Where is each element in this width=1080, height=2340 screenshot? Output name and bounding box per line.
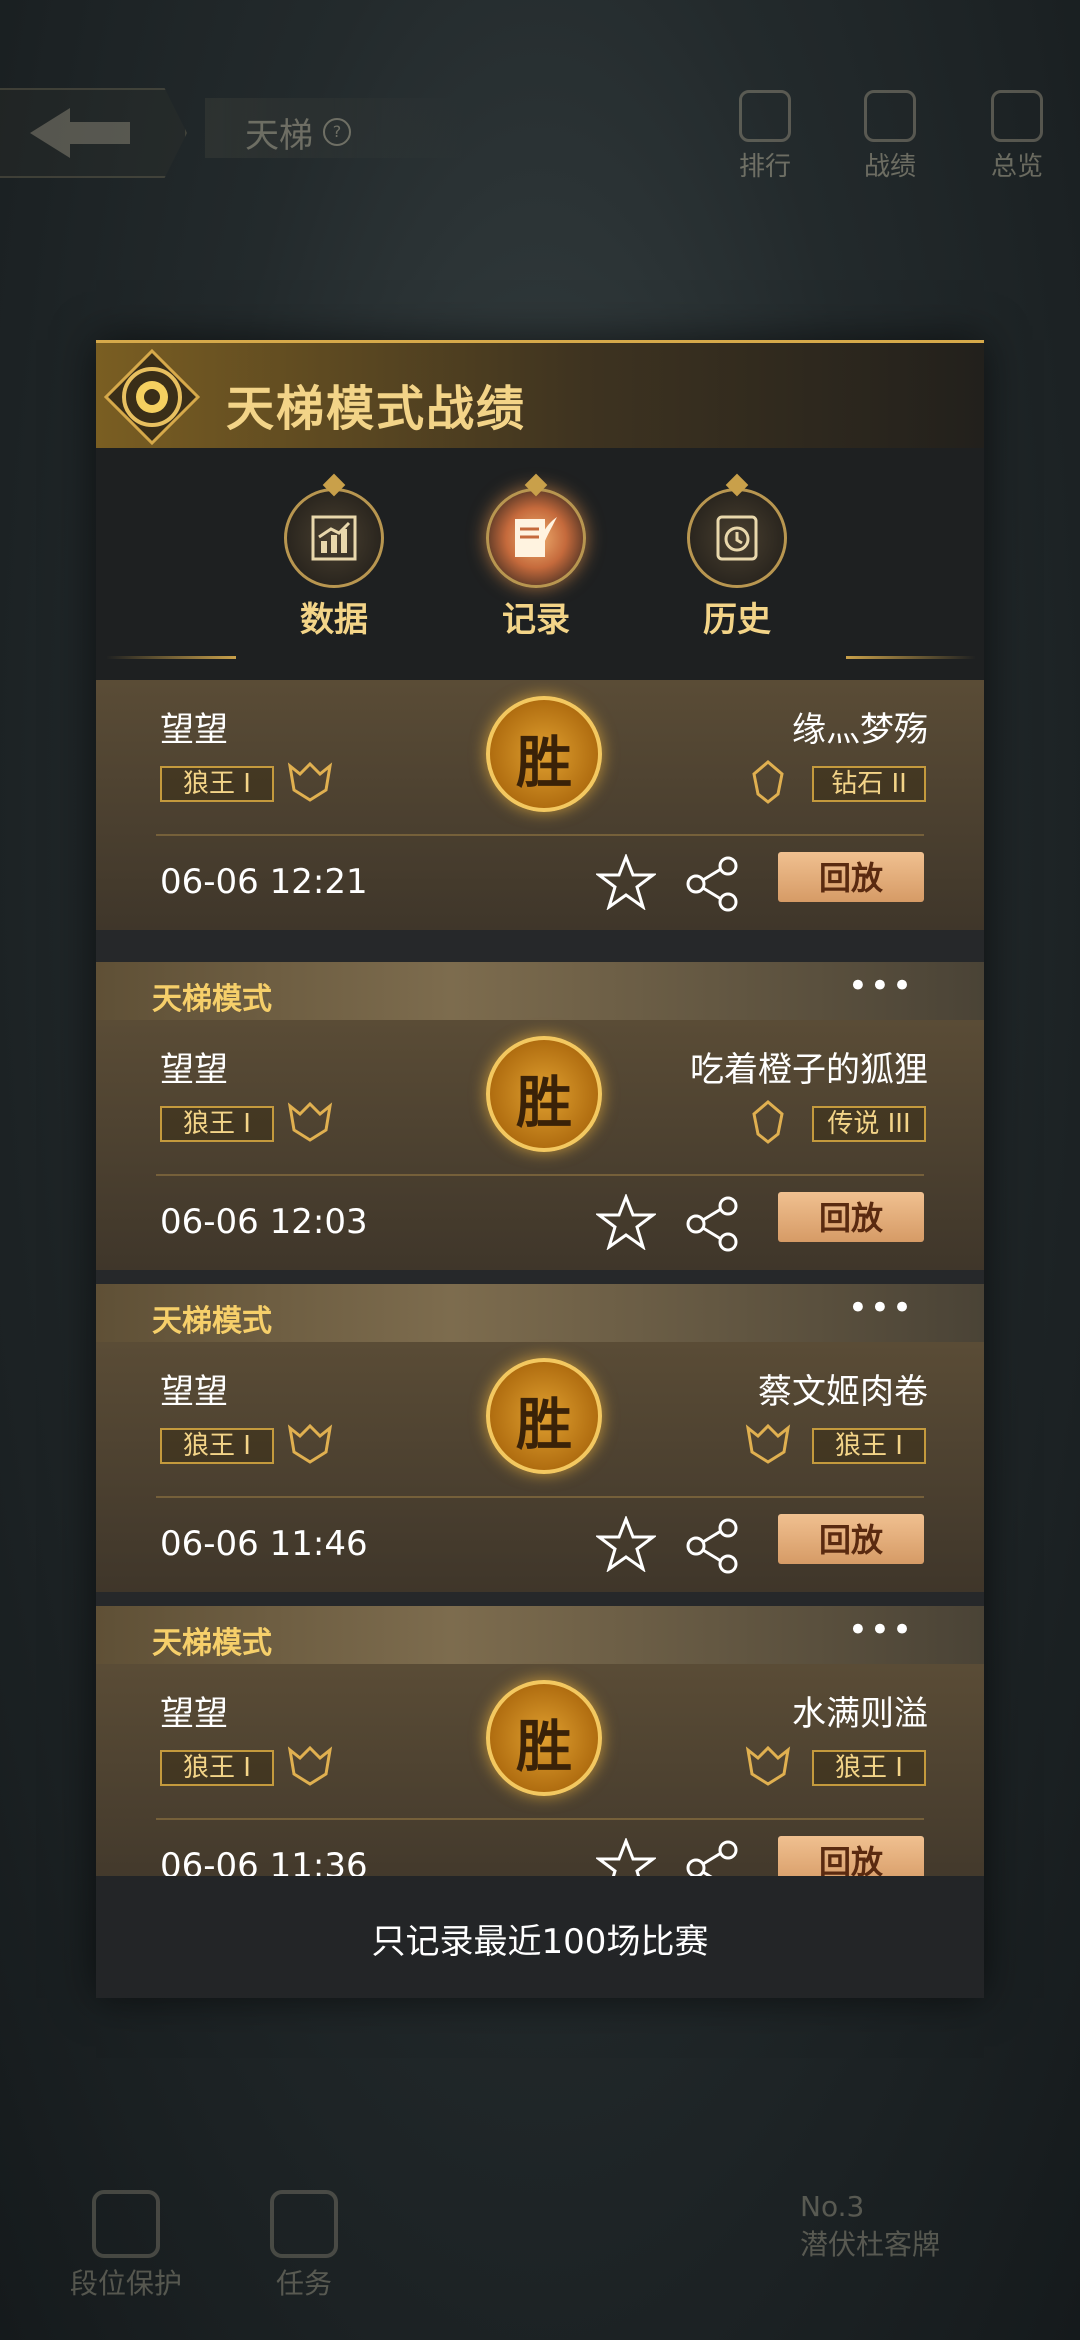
- emblem-icon: [103, 348, 201, 446]
- share-icon[interactable]: [684, 856, 740, 912]
- season-badge[interactable]: No.3 潜伏杜客牌: [800, 2190, 940, 2263]
- match-time: 06-06 11:46: [160, 1524, 368, 1564]
- player-name: 望望: [160, 1050, 228, 1090]
- tab-bar: 数据 记录 历史: [96, 448, 984, 680]
- share-icon[interactable]: [684, 1840, 740, 1876]
- wolf-mask-icon: [287, 1745, 333, 1786]
- rank-protect-button[interactable]: 段位保护: [70, 2190, 182, 2302]
- task-button[interactable]: 任务: [270, 2190, 338, 2302]
- tab-data[interactable]: 数据: [279, 448, 389, 641]
- mode-label: 天梯模式: [152, 1304, 272, 1339]
- trophy-icon: [739, 90, 791, 142]
- ladder-record-panel: 天梯模式战绩 数据 记录 历史 望望 狼王 I 胜 缘灬梦殇 钻石 II 06-…: [96, 340, 984, 1998]
- replay-button[interactable]: 回放: [778, 1514, 924, 1564]
- opponent-name: 蔡文姬肉卷: [758, 1372, 928, 1412]
- mode-label: 天梯模式: [152, 982, 272, 1017]
- footer-note: 只记录最近100场比赛: [96, 1876, 984, 1998]
- back-button[interactable]: [0, 88, 187, 178]
- replay-button[interactable]: 回放: [778, 852, 924, 902]
- legend-rank-icon: [752, 1100, 784, 1144]
- star-icon[interactable]: [596, 1194, 656, 1250]
- wolf-mask-icon: [745, 1745, 791, 1786]
- mode-label: 天梯模式: [152, 1626, 272, 1661]
- back-arrow-icon: [30, 108, 130, 158]
- player-rank: 狼王 I: [160, 766, 274, 802]
- player-name: 望望: [160, 710, 228, 750]
- wolf-mask-icon: [745, 1423, 791, 1464]
- opponent-name: 缘灬梦殇: [792, 710, 928, 750]
- history-icon: [716, 515, 758, 561]
- quill-icon: [515, 517, 557, 557]
- match-time: 06-06 12:21: [160, 862, 368, 902]
- task-icon: [270, 2190, 338, 2258]
- star-icon[interactable]: [596, 1516, 656, 1572]
- opponent-name: 吃着橙子的狐狸: [690, 1050, 928, 1090]
- shield-icon: [92, 2190, 160, 2258]
- player-rank: 狼王 I: [160, 1428, 274, 1464]
- match-time: 06-06 11:36: [160, 1846, 368, 1876]
- opponent-name: 水满则溢: [792, 1694, 928, 1734]
- opponent-rank: 钻石 II: [812, 766, 926, 802]
- nav-ranking[interactable]: 排行: [720, 90, 810, 183]
- panel-title: 天梯模式战绩: [226, 381, 527, 437]
- replay-button[interactable]: 回放: [778, 1836, 924, 1876]
- share-icon[interactable]: [684, 1518, 740, 1574]
- win-badge: 胜: [486, 696, 602, 812]
- panel-header: 天梯模式战绩: [96, 340, 984, 451]
- tab-history[interactable]: 历史: [682, 448, 792, 641]
- wolf-mask-icon: [287, 1101, 333, 1142]
- star-icon[interactable]: [596, 1838, 656, 1876]
- player-rank: 狼王 I: [160, 1106, 274, 1142]
- share-icon[interactable]: [684, 1196, 740, 1252]
- page-title: 天梯 ?: [205, 98, 465, 158]
- help-icon[interactable]: ?: [323, 118, 351, 146]
- match-time: 06-06 12:03: [160, 1202, 368, 1242]
- opponent-rank: 狼王 I: [812, 1428, 926, 1464]
- star-icon[interactable]: [596, 854, 656, 910]
- opponent-rank: 狼王 I: [812, 1750, 926, 1786]
- more-icon[interactable]: •••: [848, 1288, 914, 1328]
- overview-icon: [991, 90, 1043, 142]
- tab-records[interactable]: 记录: [481, 448, 591, 641]
- win-badge: 胜: [486, 1680, 602, 1796]
- tab-divider-left: [106, 656, 236, 659]
- player-name: 望望: [160, 1372, 228, 1412]
- record-list[interactable]: 望望 狼王 I 胜 缘灬梦殇 钻石 II 06-06 12:21 回放 天梯模式…: [96, 680, 984, 1876]
- wolf-mask-icon: [287, 1423, 333, 1464]
- diamond-rank-icon: [752, 760, 784, 804]
- win-badge: 胜: [486, 1036, 602, 1152]
- nav-records[interactable]: 战绩: [845, 90, 935, 183]
- nav-overview[interactable]: 总览: [972, 90, 1062, 183]
- more-icon[interactable]: •••: [848, 1610, 914, 1650]
- chart-icon: [311, 515, 357, 561]
- background-bottom-bar: 段位保护 任务 No.3 潜伏杜客牌: [0, 2180, 1080, 2320]
- tab-divider-right: [846, 656, 976, 659]
- record-icon: [864, 90, 916, 142]
- opponent-rank: 传说 III: [812, 1106, 926, 1142]
- win-badge: 胜: [486, 1358, 602, 1474]
- more-icon[interactable]: •••: [848, 966, 914, 1006]
- player-name: 望望: [160, 1694, 228, 1734]
- background-header: 天梯 ? 排行 战绩 总览: [0, 80, 1080, 190]
- player-rank: 狼王 I: [160, 1750, 274, 1786]
- replay-button[interactable]: 回放: [778, 1192, 924, 1242]
- wolf-mask-icon: [287, 761, 333, 802]
